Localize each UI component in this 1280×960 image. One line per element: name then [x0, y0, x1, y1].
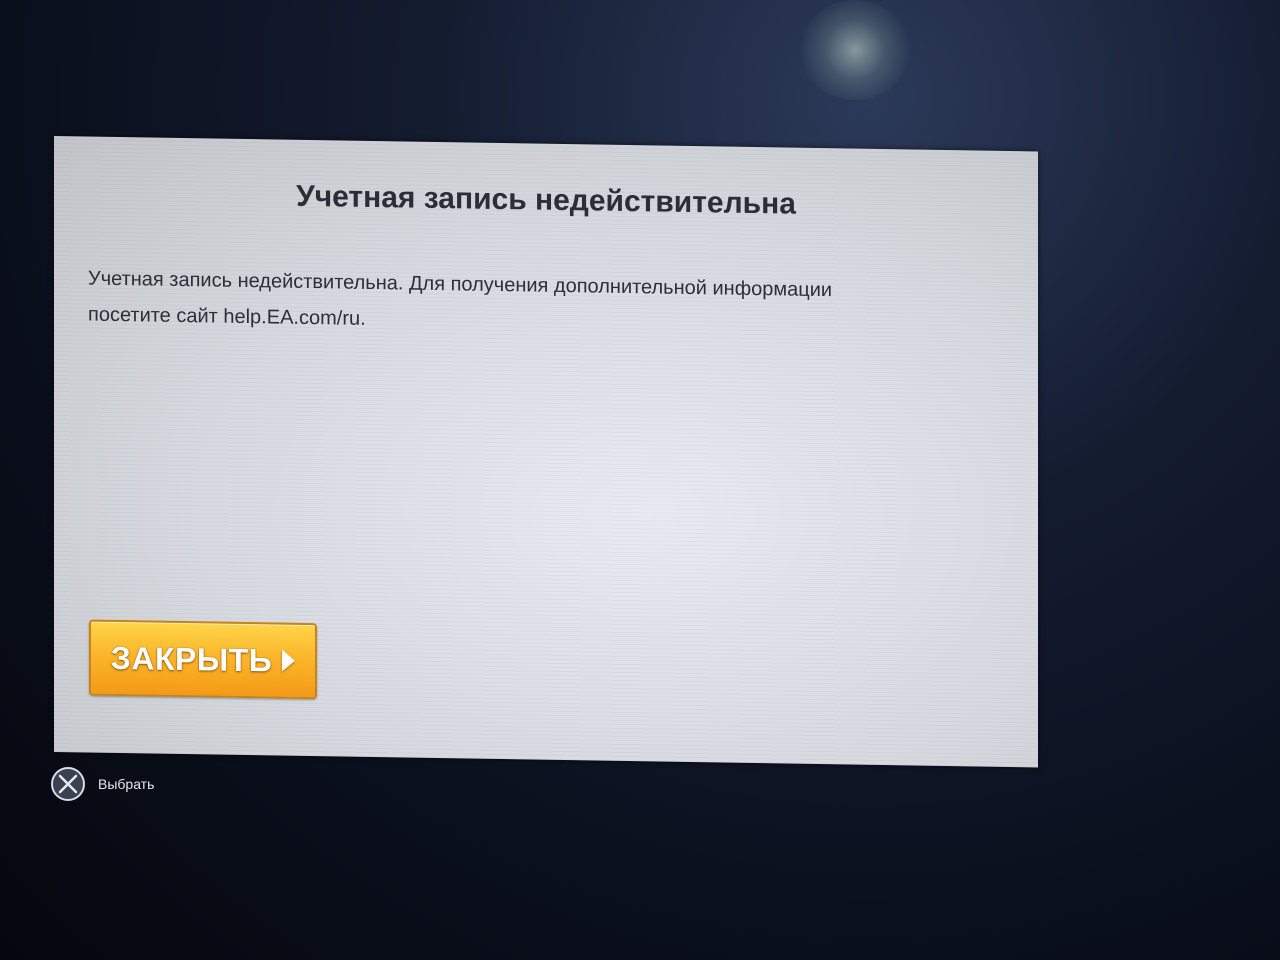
arrow-right-icon	[282, 649, 296, 672]
select-hint-label: Выбрать	[98, 776, 155, 792]
dialog-message: Учетная запись недействительна. Для полу…	[88, 261, 988, 347]
close-button[interactable]: ЗАКРЫТЬ	[89, 619, 317, 700]
cross-button-icon	[51, 767, 85, 801]
error-dialog: Учетная запись недействительна Учетная з…	[54, 136, 1038, 768]
dialog-title: Учетная запись недействительна	[296, 179, 796, 221]
controls-hint: Выбрать	[50, 766, 154, 802]
close-button-label: ЗАКРЫТЬ	[110, 639, 273, 678]
screen-glare	[800, 0, 910, 100]
